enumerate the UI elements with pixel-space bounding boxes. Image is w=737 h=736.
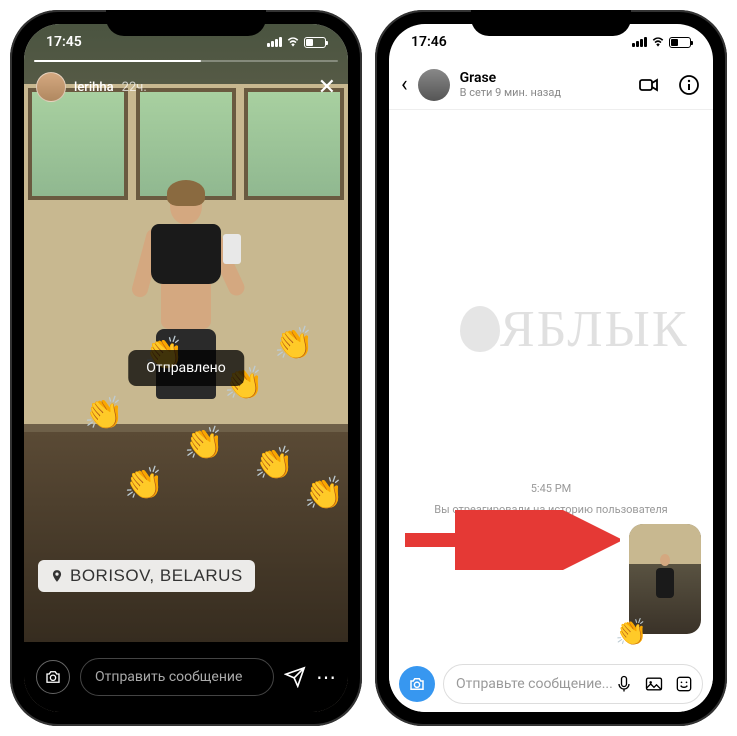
sticker-icon[interactable] <box>674 674 694 694</box>
battery-icon <box>669 37 691 48</box>
story-username[interactable]: lerihha <box>74 80 114 95</box>
message-input[interactable]: Отправить сообщение <box>80 658 274 696</box>
clap-emoji: 👏 <box>124 464 164 502</box>
message-input[interactable]: Отправьте сообщение... <box>443 664 703 704</box>
story-reply-thumb[interactable]: 👏 <box>629 524 701 634</box>
close-icon[interactable]: ✕ <box>318 75 336 100</box>
sent-toast: Отправлено <box>128 350 244 386</box>
dm-screen: 17:46 ‹ Grase В сети 9 мин. назад 5:45 P… <box>389 24 713 712</box>
clap-emoji: 👏 <box>304 474 344 512</box>
camera-button[interactable] <box>36 660 70 694</box>
image-icon[interactable] <box>644 674 664 694</box>
video-call-icon[interactable] <box>637 73 661 97</box>
dm-body[interactable]: 5:45 PM Вы отреагировали на историю поль… <box>389 110 713 652</box>
clap-emoji: 👏 <box>254 444 294 482</box>
dm-username: Grase <box>460 70 627 86</box>
phone-left: 👏 👏 👏 👏 👏 👏 👏 👏 17:45 lerihha 22ч. ✕ Отп… <box>10 10 362 726</box>
wifi-icon <box>651 35 665 49</box>
battery-icon <box>304 37 326 48</box>
back-icon[interactable]: ‹ <box>401 72 408 97</box>
location-text: BORISOV, BELARUS <box>70 566 243 586</box>
location-pin-icon <box>50 569 64 583</box>
avatar[interactable] <box>418 69 450 101</box>
user-block[interactable]: Grase В сети 9 мин. назад <box>460 70 627 99</box>
signal-icon <box>632 37 647 47</box>
story-footer: Отправить сообщение ⋯ <box>24 642 348 712</box>
dm-footer: Отправьте сообщение... <box>389 656 713 712</box>
more-icon[interactable]: ⋯ <box>316 665 336 689</box>
input-placeholder: Отправьте сообщение... <box>456 676 613 692</box>
notch <box>471 10 631 36</box>
dm-header: ‹ Grase В сети 9 мин. назад <box>389 60 713 110</box>
story-time: 22ч. <box>122 80 147 95</box>
wifi-icon <box>286 35 300 49</box>
status-time: 17:45 <box>46 34 82 50</box>
avatar[interactable] <box>36 72 66 102</box>
reaction-emoji: 👏 <box>615 618 647 648</box>
clap-emoji: 👏 <box>84 394 124 432</box>
story-header: lerihha 22ч. ✕ <box>24 64 348 110</box>
mic-icon[interactable] <box>614 674 634 694</box>
camera-button[interactable] <box>399 666 435 702</box>
camera-icon <box>44 668 62 686</box>
story-progress <box>34 60 338 62</box>
status-time: 17:46 <box>411 34 447 50</box>
send-icon[interactable] <box>284 666 306 688</box>
story-screen: 👏 👏 👏 👏 👏 👏 👏 👏 17:45 lerihha 22ч. ✕ Отп… <box>24 24 348 712</box>
phone-right: 17:46 ‹ Grase В сети 9 мин. назад 5:45 P… <box>375 10 727 726</box>
annotation-arrow <box>400 510 620 570</box>
clap-emoji: 👏 <box>184 424 224 462</box>
clap-emoji: 👏 <box>274 324 314 362</box>
notch <box>106 10 266 36</box>
camera-icon <box>408 675 426 693</box>
dm-status: В сети 9 мин. назад <box>460 86 627 99</box>
message-timestamp: 5:45 PM <box>401 482 701 495</box>
signal-icon <box>267 37 282 47</box>
location-tag[interactable]: BORISOV, BELARUS <box>38 560 255 592</box>
info-icon[interactable] <box>677 73 701 97</box>
input-placeholder: Отправить сообщение <box>95 669 242 685</box>
